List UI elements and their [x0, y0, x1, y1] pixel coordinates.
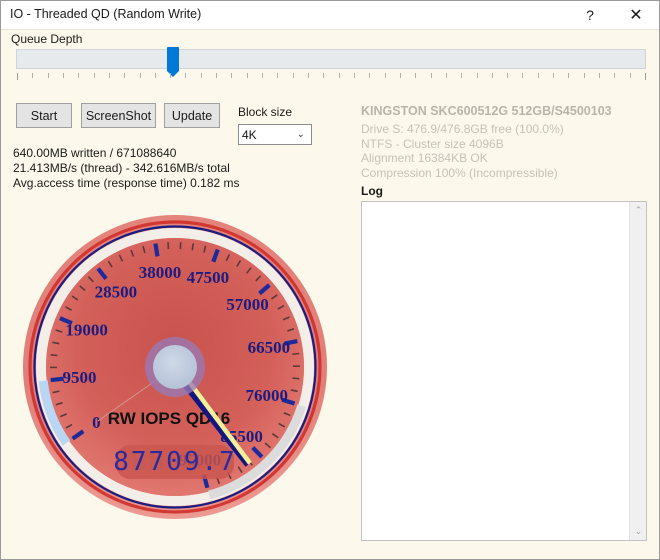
slider-tick: [354, 73, 355, 78]
gauge-tick-label: 19000: [65, 320, 108, 339]
gauge-tick-label: 28500: [95, 282, 138, 301]
slider-tick: [216, 73, 217, 78]
slider-tick: [492, 73, 493, 78]
window-title: IO - Threaded QD (Random Write): [10, 7, 202, 21]
stats-block: 640.00MB written / 671088640 21.413MB/s …: [13, 146, 240, 191]
slider-tick: [262, 73, 263, 78]
slider-tick: [293, 73, 294, 78]
slider-tick: [32, 73, 33, 78]
start-button[interactable]: Start: [16, 103, 72, 128]
app-window: IO - Threaded QD (Random Write) ? ✕ Queu…: [0, 0, 660, 560]
gauge-minor-tick: [292, 352, 300, 356]
slider-tick: [553, 73, 554, 78]
log-label: Log: [361, 184, 383, 198]
gauge-minor-tick: [50, 354, 58, 357]
slider-tick: [339, 73, 340, 78]
slider-tick: [109, 73, 110, 78]
slider-tick: [48, 73, 49, 78]
slider-tick: [400, 73, 401, 78]
close-icon[interactable]: ✕: [613, 1, 659, 29]
slider-tick: [614, 73, 615, 78]
slider-tick: [415, 73, 416, 78]
slider-tick: [645, 73, 646, 80]
slider-tick: [568, 73, 569, 78]
block-size-select[interactable]: 4K ⌄: [238, 124, 312, 145]
gauge-tick-label: 47500: [187, 268, 230, 287]
log-textbox[interactable]: ⌃ ⌄: [361, 201, 647, 541]
slider-tick: [446, 73, 447, 78]
slider-tick: [599, 73, 600, 78]
slider-track[interactable]: [16, 49, 646, 69]
slider-tick: [369, 73, 370, 78]
iops-gauge: 0 9500 19000 28500 38000 47500 57000 66500 76000…: [19, 207, 331, 527]
slider-thumb[interactable]: [167, 47, 179, 77]
slider-tick: [323, 73, 324, 78]
slider-tick: [155, 73, 156, 78]
slider-tick: [94, 73, 95, 78]
slider-tick: [385, 73, 386, 78]
stats-line-access-time: Avg.access time (response time) 0.182 ms: [13, 176, 240, 190]
slider-tick: [477, 73, 478, 78]
drive-info-alignment: Alignment 16384KB OK: [361, 151, 488, 165]
screenshot-button[interactable]: ScreenShot: [81, 103, 156, 128]
slider-tick: [431, 73, 432, 78]
drive-info-free: Drive S: 476.9/476.8GB free (100.0%): [361, 122, 564, 136]
block-size-label: Block size: [238, 105, 293, 119]
slider-tick: [584, 73, 585, 78]
gauge-major-tick: [153, 243, 160, 257]
slider-tick: [231, 73, 232, 78]
gauge-minor-tick: [191, 243, 195, 251]
slider-tick: [538, 73, 539, 78]
slider-tick: [522, 73, 523, 78]
slider-tick: [17, 73, 18, 80]
gauge-tick-label: 76000: [246, 386, 289, 405]
drive-info-compression: Compression 100% (Incompressible): [361, 165, 558, 180]
scroll-down-icon[interactable]: ⌄: [630, 523, 647, 540]
title-bar: IO - Threaded QD (Random Write) ? ✕: [1, 1, 659, 30]
gauge-tick-label: 66500: [248, 338, 291, 357]
update-button[interactable]: Update: [164, 103, 220, 128]
stats-line-written: 640.00MB written / 671088640: [13, 146, 177, 160]
gauge-tick-label: 0: [92, 413, 101, 432]
slider-tick: [308, 73, 309, 78]
slider-tick: [124, 73, 125, 78]
gauge-hub: [153, 345, 197, 389]
gauge-minor-tick: [292, 377, 300, 380]
help-icon[interactable]: ?: [567, 1, 613, 29]
slider-tick: [140, 73, 141, 78]
chevron-down-icon: ⌄: [296, 129, 305, 140]
drive-title: KINGSTON SKC600512G 512GB/S4500103: [361, 104, 612, 118]
gauge-tick-label: 9500: [63, 368, 97, 387]
slider-tick: [201, 73, 202, 78]
scroll-up-icon[interactable]: ⌃: [630, 202, 647, 219]
log-scrollbar[interactable]: ⌃ ⌄: [629, 202, 646, 540]
queue-depth-slider[interactable]: [16, 47, 647, 80]
drive-info: Drive S: 476.9/476.8GB free (100.0%) NTF…: [361, 122, 564, 180]
slider-tick: [63, 73, 64, 78]
queue-depth-label: Queue Depth: [11, 32, 83, 46]
slider-tick: [185, 73, 186, 78]
slider-ticks: [17, 73, 647, 80]
slider-tick: [507, 73, 508, 78]
slider-tick: [78, 73, 79, 78]
slider-tick: [247, 73, 248, 78]
stats-line-throughput: 21.413MB/s (thread) - 342.616MB/s total: [13, 161, 230, 175]
gauge-tick-label: 38000: [139, 263, 182, 282]
slider-tick: [630, 73, 631, 78]
slider-tick: [170, 73, 171, 78]
block-size-value: 4K: [242, 127, 257, 142]
gauge-tick-label: 57000: [226, 295, 269, 314]
drive-info-fs: NTFS - Cluster size 4096B: [361, 136, 504, 151]
slider-tick: [277, 73, 278, 78]
gauge-lcd-value: 87709.7: [113, 447, 237, 477]
slider-tick: [461, 73, 462, 78]
